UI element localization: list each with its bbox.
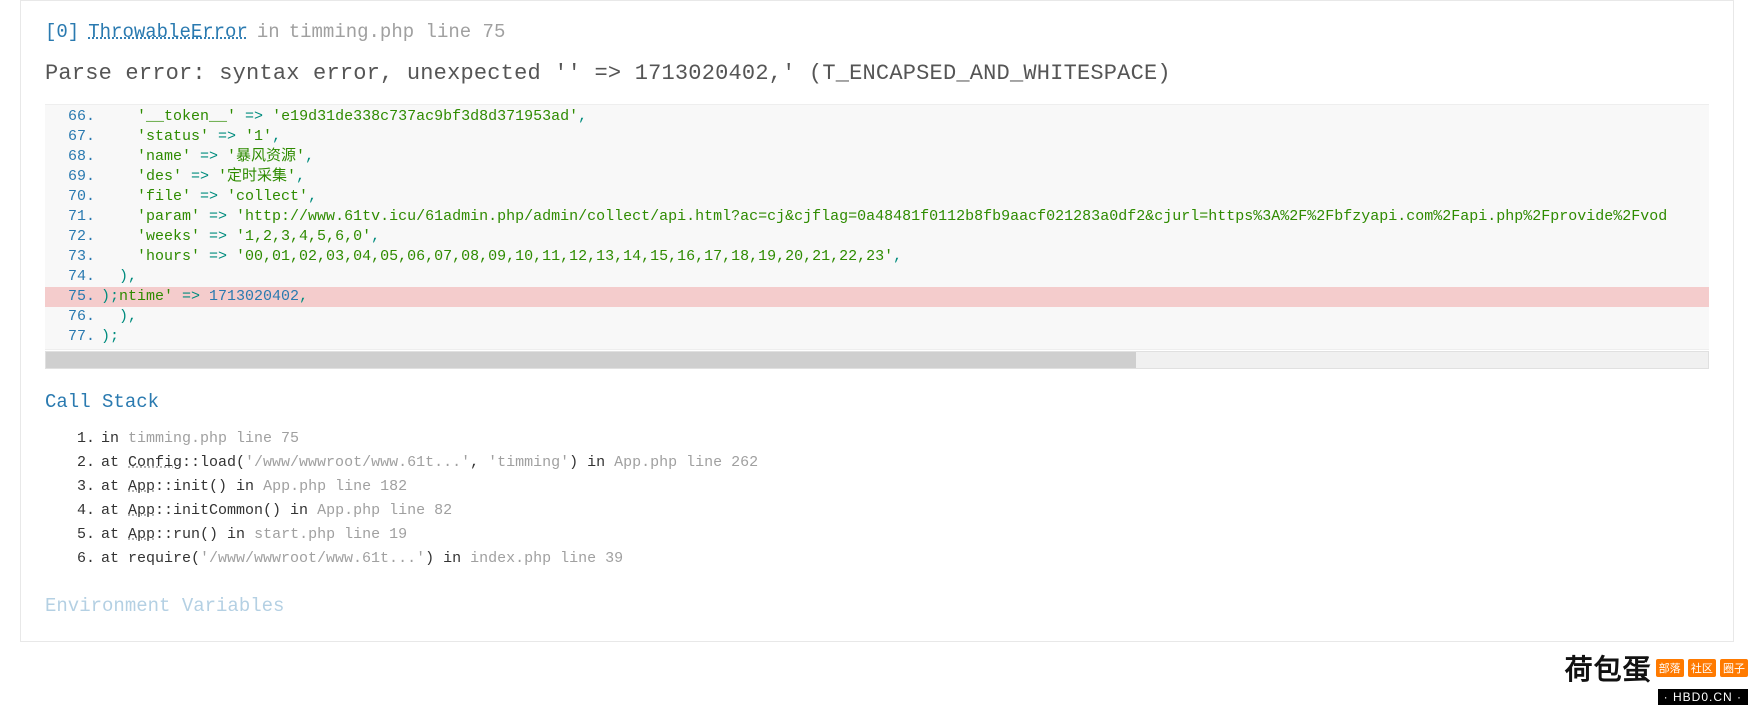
exception-in-word: in — [257, 21, 280, 43]
code-content: ); — [101, 327, 119, 347]
line-number: 75 — [45, 287, 101, 307]
line-number: 76 — [45, 307, 101, 327]
code-content: 'weeks' => '1,2,3,4,5,6,0', — [101, 227, 380, 247]
horizontal-scrollbar[interactable]: ◂ — [45, 351, 1709, 369]
source-code-block: 66 '__token__' => 'e19d31de338c737ac9bf3… — [45, 104, 1709, 350]
watermark-text: 荷包蛋 — [1565, 648, 1652, 688]
source-line: 74 ), — [45, 267, 1709, 287]
line-number: 77 — [45, 327, 101, 347]
source-line: 71 'param' => 'http://www.61tv.icu/61adm… — [45, 207, 1709, 227]
callstack-title: Call Stack — [45, 391, 1709, 413]
source-line: 68 'name' => '暴风资源', — [45, 147, 1709, 167]
code-content: 'status' => '1', — [101, 127, 281, 147]
source-line: 76 ), — [45, 307, 1709, 327]
callstack-body: at Config::load('/www/wwwroot/www.61t...… — [101, 452, 758, 474]
callstack-body: in timming.php line 75 — [101, 428, 299, 450]
line-number: 70 — [45, 187, 101, 207]
watermark-tag: 圈子 — [1720, 659, 1748, 677]
exception-index: [0] — [45, 21, 79, 43]
line-number: 71 — [45, 207, 101, 227]
callstack-number: 2 — [45, 452, 101, 474]
callstack-item: 4at App::initCommon() in App.php line 82 — [45, 499, 1709, 523]
environment-variables-title: Environment Variables — [45, 595, 1709, 617]
source-line: 70 'file' => 'collect', — [45, 187, 1709, 207]
exception-header: [0] ThrowableError in timming.php line 7… — [45, 21, 1709, 43]
watermark-url: · HBD0.CN · — [1658, 689, 1748, 705]
source-line: 75);ntime' => 1713020402, — [45, 287, 1709, 307]
callstack-item: 5at App::run() in start.php line 19 — [45, 523, 1709, 547]
callstack-item: 6at require('/www/wwwroot/www.61t...') i… — [45, 547, 1709, 571]
line-number: 74 — [45, 267, 101, 287]
callstack-item: 3at App::init() in App.php line 182 — [45, 475, 1709, 499]
line-number: 68 — [45, 147, 101, 167]
code-content: 'hours' => '00,01,02,03,04,05,06,07,08,0… — [101, 247, 902, 267]
callstack-body: at App::run() in start.php line 19 — [101, 524, 407, 546]
callstack-number: 3 — [45, 476, 101, 498]
callstack-number: 6 — [45, 548, 101, 570]
callstack-body: at require('/www/wwwroot/www.61t...') in… — [101, 548, 623, 570]
source-line: 66 '__token__' => 'e19d31de338c737ac9bf3… — [45, 107, 1709, 127]
source-line: 72 'weeks' => '1,2,3,4,5,6,0', — [45, 227, 1709, 247]
line-number: 73 — [45, 247, 101, 267]
source-line: 69 'des' => '定时采集', — [45, 167, 1709, 187]
callstack-number: 1 — [45, 428, 101, 450]
code-content: ), — [101, 307, 137, 327]
source-line: 77); — [45, 327, 1709, 347]
code-content: );ntime' => 1713020402, — [101, 287, 308, 307]
callstack-body: at App::initCommon() in App.php line 82 — [101, 500, 452, 522]
line-number: 66 — [45, 107, 101, 127]
watermark: 荷包蛋 部落 社区 圈子 · HBD0.CN · — [1565, 648, 1748, 705]
exception-file: timming.php line 75 — [289, 21, 506, 43]
source-line: 73 'hours' => '00,01,02,03,04,05,06,07,0… — [45, 247, 1709, 267]
code-content: '__token__' => 'e19d31de338c737ac9bf3d8d… — [101, 107, 587, 127]
code-content: ), — [101, 267, 137, 287]
scrollbar-thumb[interactable] — [46, 352, 1136, 368]
code-content: 'name' => '暴风资源', — [101, 147, 314, 167]
watermark-tag: 社区 — [1688, 659, 1716, 677]
watermark-tag: 部落 — [1656, 659, 1684, 677]
line-number: 67 — [45, 127, 101, 147]
line-number: 72 — [45, 227, 101, 247]
code-content: 'des' => '定时采集', — [101, 167, 305, 187]
callstack-item: 2at Config::load('/www/wwwroot/www.61t..… — [45, 451, 1709, 475]
line-number: 69 — [45, 167, 101, 187]
exception-class[interactable]: ThrowableError — [88, 21, 248, 43]
callstack-number: 5 — [45, 524, 101, 546]
callstack-body: at App::init() in App.php line 182 — [101, 476, 407, 498]
code-content: 'param' => 'http://www.61tv.icu/61admin.… — [101, 207, 1667, 227]
code-content: 'file' => 'collect', — [101, 187, 317, 207]
callstack-item: 1in timming.php line 75 — [45, 427, 1709, 451]
callstack-number: 4 — [45, 500, 101, 522]
callstack-list: 1in timming.php line 752at Config::load(… — [45, 427, 1709, 571]
error-message: Parse error: syntax error, unexpected ''… — [45, 61, 1709, 86]
source-line: 67 'status' => '1', — [45, 127, 1709, 147]
